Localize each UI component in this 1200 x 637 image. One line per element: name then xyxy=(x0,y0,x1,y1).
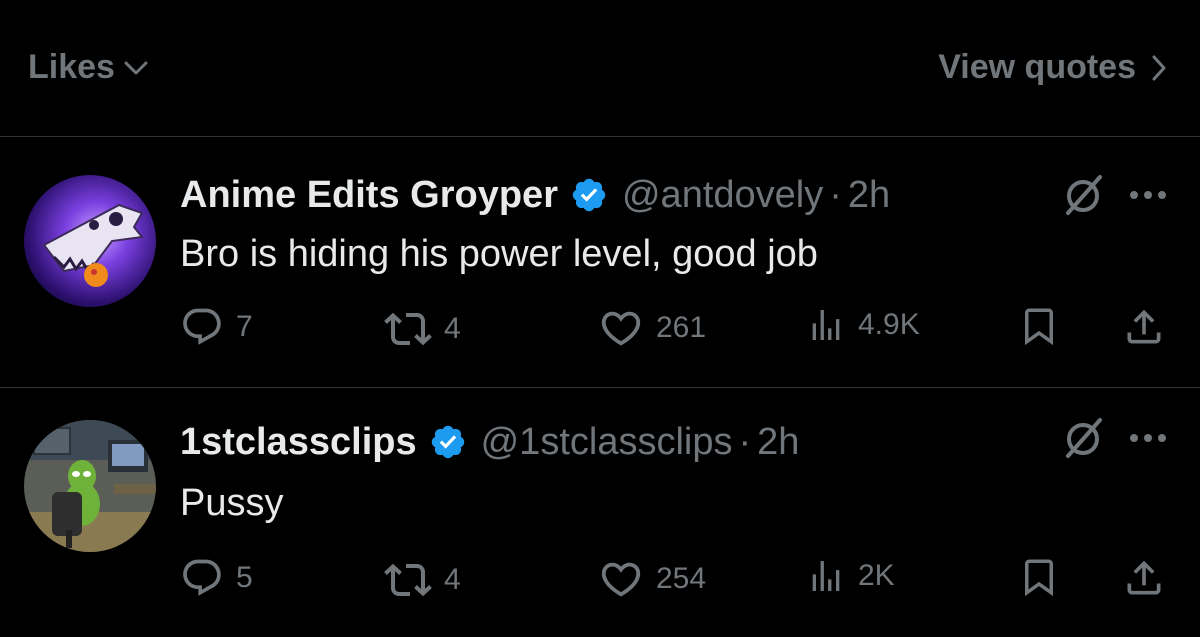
tweet[interactable]: 1stclassclips @1stclassclips · 2h Pussy … xyxy=(0,388,1200,637)
reply-button[interactable]: 5 xyxy=(180,556,253,600)
bookmark-button[interactable] xyxy=(1018,556,1060,598)
avatar[interactable] xyxy=(24,175,156,307)
separator-dot: · xyxy=(738,421,752,463)
share-button[interactable] xyxy=(1122,305,1166,349)
tweet-text: Pussy xyxy=(180,482,284,524)
separator-dot: · xyxy=(829,174,842,216)
repost-button[interactable]: 4 xyxy=(384,556,461,604)
views-button[interactable]: 4.9K xyxy=(806,305,920,345)
repost-icon xyxy=(384,563,432,597)
reply-icon xyxy=(183,308,221,345)
reply-count: 5 xyxy=(236,561,253,594)
top-bar: Likes View quotes xyxy=(0,0,1200,137)
repost-icon xyxy=(384,312,432,346)
repost-count: 4 xyxy=(444,563,461,596)
tweet[interactable]: Anime Edits Groyper @antdovely · 2h Bro … xyxy=(0,137,1200,388)
display-name[interactable]: Anime Edits Groyper xyxy=(180,173,558,217)
like-count: 254 xyxy=(656,562,707,595)
timestamp[interactable]: 2h xyxy=(757,420,799,464)
share-icon xyxy=(1127,309,1161,344)
heart-icon xyxy=(601,311,641,346)
share-icon xyxy=(1127,560,1161,595)
grok-icon[interactable] xyxy=(1058,412,1108,462)
chevron-right-icon xyxy=(1152,55,1166,80)
tweet-actions: 5 4 254 2K xyxy=(0,556,1200,604)
tweet-header: 1stclassclips @1stclassclips · 2h xyxy=(180,420,799,464)
share-button[interactable] xyxy=(1122,556,1166,600)
avatar-image xyxy=(24,175,156,307)
likes-sort-dropdown[interactable]: Likes xyxy=(28,48,149,87)
avatar[interactable] xyxy=(24,420,156,552)
views-icon xyxy=(812,561,840,591)
views-count: 4.9K xyxy=(858,308,920,341)
verified-badge-icon[interactable] xyxy=(570,176,608,214)
tweet-actions: 7 4 261 4.9K xyxy=(0,305,1200,353)
like-button[interactable]: 261 xyxy=(598,305,706,351)
views-icon xyxy=(812,310,840,340)
handle[interactable]: @antdovely xyxy=(622,173,823,217)
more-options-icon[interactable] xyxy=(1126,428,1170,448)
reply-icon xyxy=(183,559,221,596)
like-button[interactable]: 254 xyxy=(598,556,706,602)
avatar-image xyxy=(24,420,156,552)
grok-icon[interactable] xyxy=(1058,169,1108,219)
handle[interactable]: @1stclassclips xyxy=(481,420,733,464)
like-count: 261 xyxy=(656,311,707,344)
views-count: 2K xyxy=(858,559,895,592)
repost-count: 4 xyxy=(444,312,461,345)
reply-button[interactable]: 7 xyxy=(180,305,253,349)
repost-button[interactable]: 4 xyxy=(384,305,461,353)
likes-sort-label: Likes xyxy=(28,48,115,86)
display-name[interactable]: 1stclassclips xyxy=(180,420,417,464)
heart-icon xyxy=(601,562,641,597)
timestamp[interactable]: 2h xyxy=(848,173,890,217)
tweet-header: Anime Edits Groyper @antdovely · 2h xyxy=(180,173,890,217)
reply-count: 7 xyxy=(236,310,253,343)
more-options-icon[interactable] xyxy=(1126,185,1170,205)
view-quotes-link[interactable]: View quotes xyxy=(938,48,1168,87)
bookmark-icon xyxy=(1025,559,1053,597)
view-quotes-label: View quotes xyxy=(938,48,1136,86)
tweet-text: Bro is hiding his power level, good job xyxy=(180,233,818,275)
verified-badge-icon[interactable] xyxy=(429,423,467,461)
bookmark-icon xyxy=(1025,308,1053,346)
bookmark-button[interactable] xyxy=(1018,305,1060,347)
views-button[interactable]: 2K xyxy=(806,556,895,596)
chevron-down-icon xyxy=(124,61,148,74)
